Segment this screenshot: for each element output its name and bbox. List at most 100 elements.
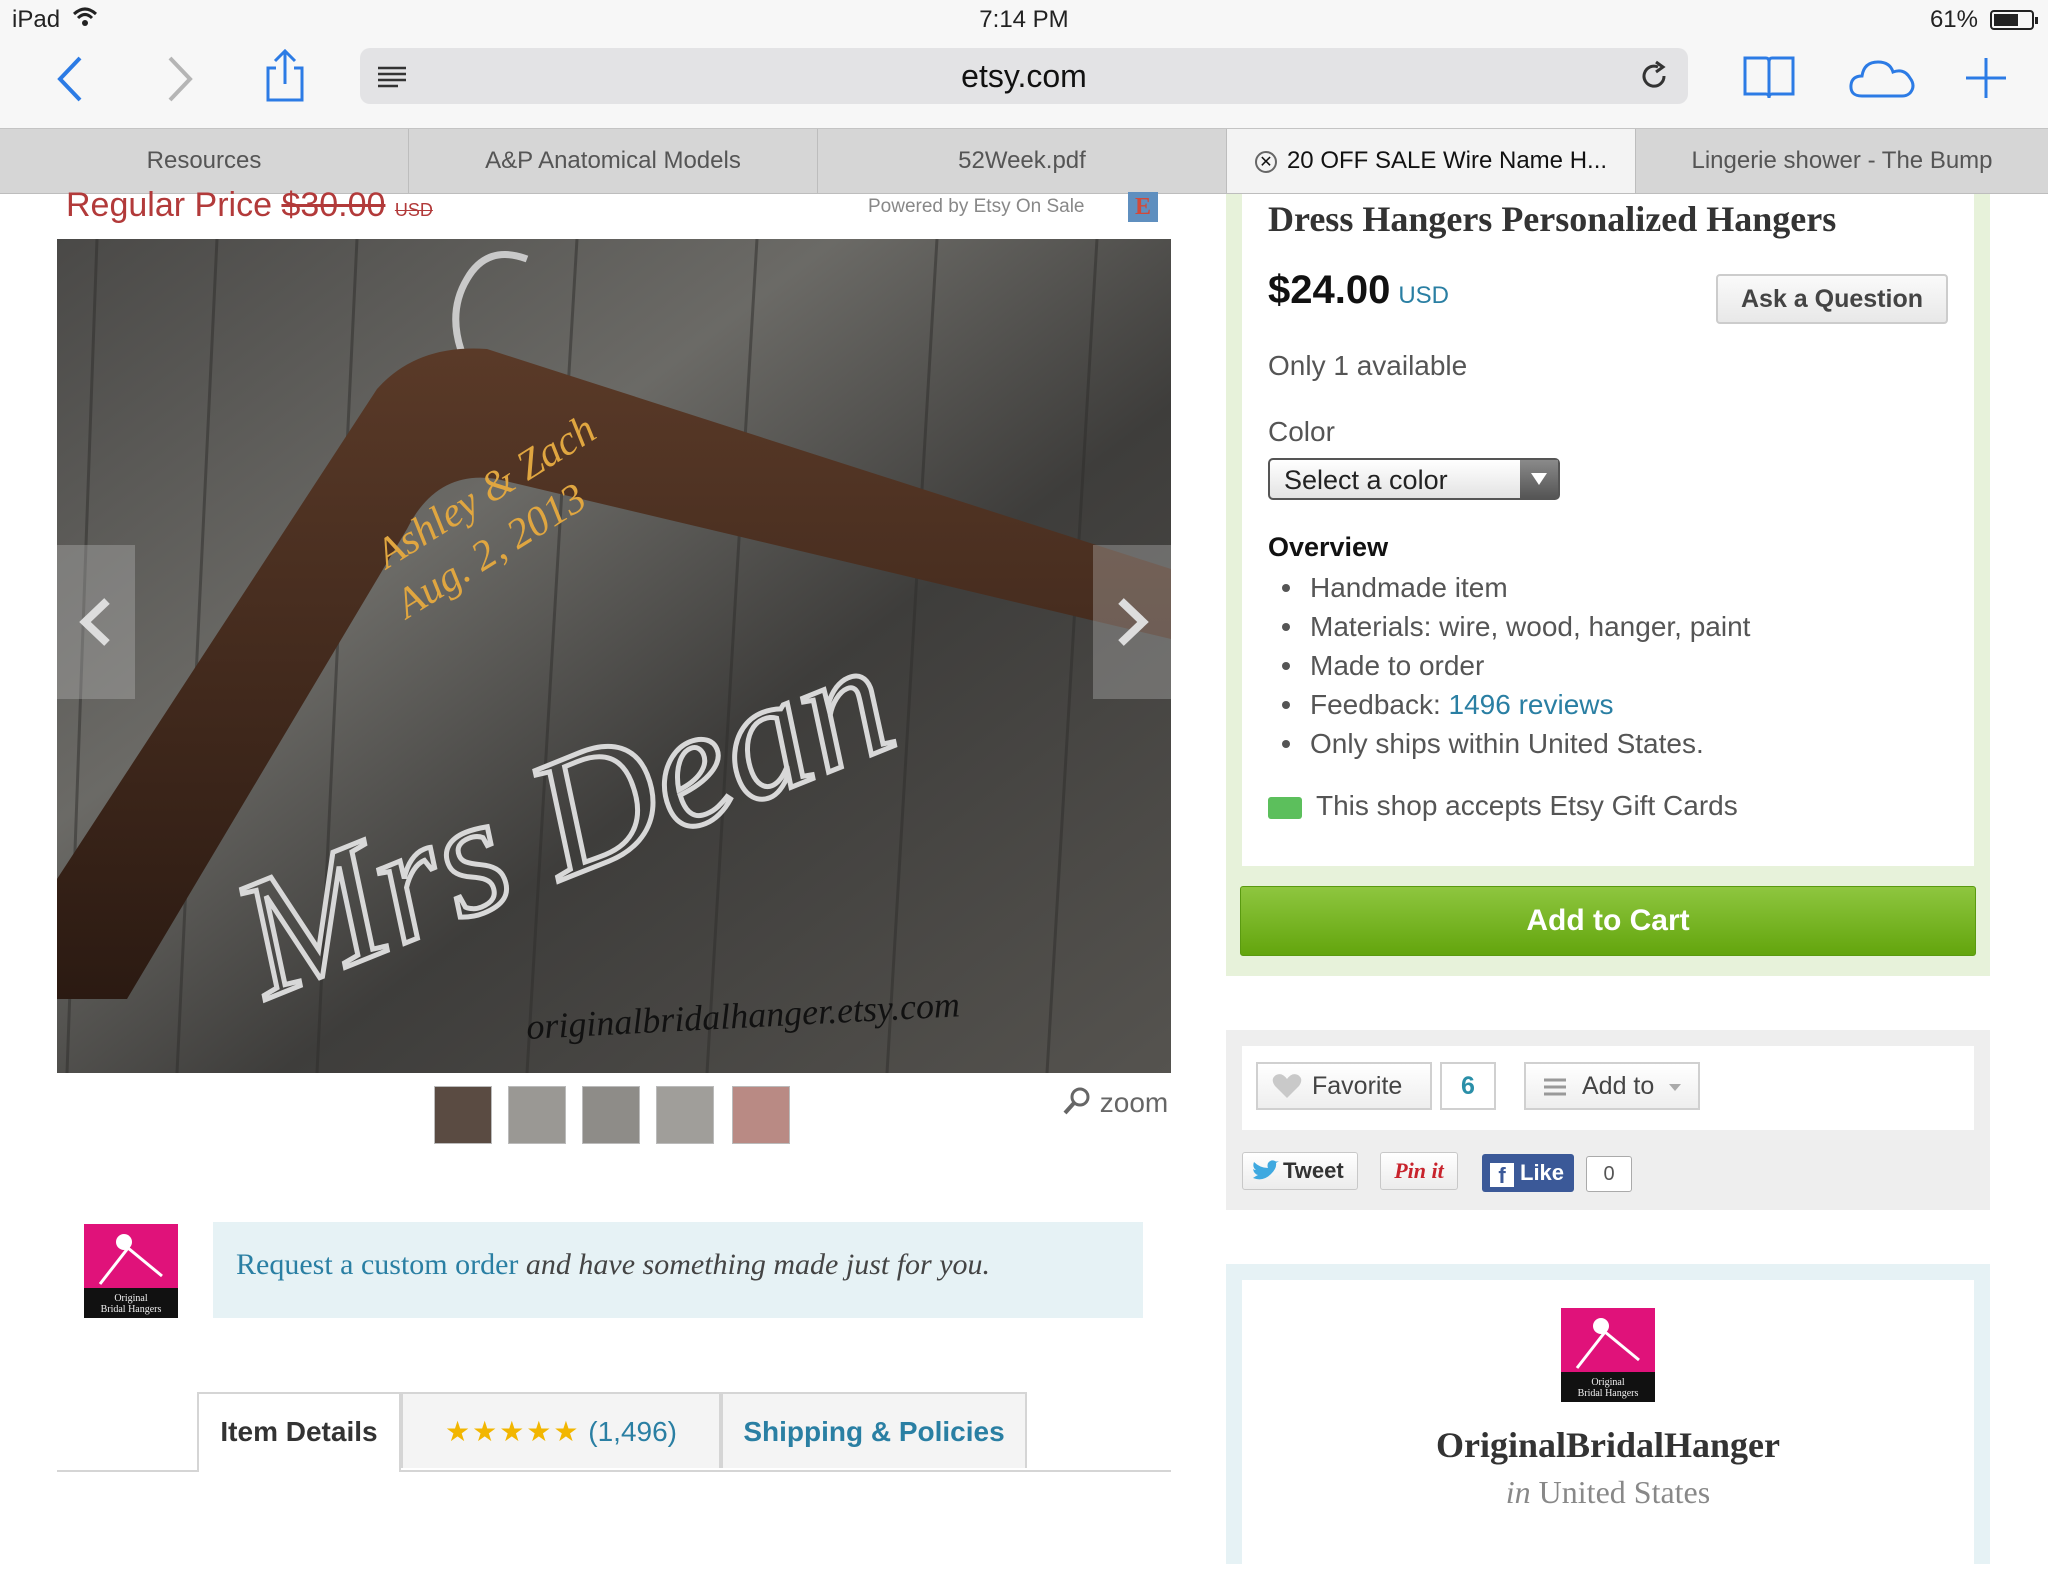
tweet-button[interactable]: Tweet — [1242, 1152, 1358, 1190]
share-icon[interactable] — [262, 48, 308, 104]
tab-bar: Resources A&P Anatomical Models 52Week.p… — [0, 128, 2048, 194]
thumbnail-1[interactable] — [434, 1086, 492, 1144]
thumbnail-2[interactable] — [508, 1086, 566, 1144]
tab-reviews[interactable]: ★★★★★ (1,496) — [401, 1392, 721, 1468]
new-tab-icon[interactable] — [1964, 56, 2008, 100]
favorite-button[interactable]: Favorite — [1256, 1062, 1432, 1110]
overview-list: Handmade item Materials: wire, wood, han… — [1268, 568, 1750, 763]
feedback-reviews-link[interactable]: 1496 reviews — [1449, 689, 1614, 720]
regular-price-label: Regular Price — [66, 186, 272, 224]
shop-location-prefix: in — [1505, 1474, 1531, 1510]
tab-item-details[interactable]: Item Details — [197, 1392, 401, 1472]
regular-price-currency: USD — [394, 200, 433, 220]
tab-anatomical-models[interactable]: A&P Anatomical Models — [409, 129, 818, 193]
list-icon — [1544, 1078, 1566, 1096]
overview-item: Handmade item — [1268, 568, 1750, 607]
zoom-button[interactable]: zoom — [1062, 1086, 1168, 1119]
bookmarks-icon[interactable] — [1742, 52, 1796, 102]
thumbnail-4[interactable] — [656, 1086, 714, 1144]
back-icon[interactable] — [52, 54, 88, 104]
logo-text-original: Original — [114, 1293, 148, 1304]
shop-avatar-small[interactable]: Original Bridal Hangers — [84, 1224, 178, 1318]
rating-stars: ★★★★★ — [444, 1416, 581, 1447]
tab-resources[interactable]: Resources — [0, 129, 409, 193]
close-tab-icon[interactable]: ✕ — [1254, 150, 1277, 173]
add-to-list-button[interactable]: Add to — [1524, 1062, 1700, 1110]
tab-label: Lingerie shower - The Bump — [1691, 147, 1993, 174]
twitter-bird-icon — [1253, 1160, 1279, 1180]
facebook-like-button[interactable]: f Like — [1482, 1154, 1574, 1192]
color-select-value: Select a color — [1284, 465, 1448, 495]
facebook-icon: f — [1490, 1163, 1514, 1188]
detail-tabs: Item Details ★★★★★ (1,496) Shipping & Po… — [57, 1392, 1171, 1472]
address-bar[interactable]: etsy.com — [360, 48, 1688, 104]
battery-percent: 61% — [1929, 6, 1978, 33]
shop-location: in United States — [1242, 1474, 1974, 1511]
chevron-right-icon — [1118, 598, 1149, 646]
shop-name[interactable]: OriginalBridalHanger — [1242, 1424, 1974, 1466]
tab-label: Resources — [146, 147, 262, 174]
tab-52week-pdf[interactable]: 52Week.pdf — [818, 129, 1227, 193]
regular-price-value: $30.00 — [281, 186, 386, 224]
gift-card-note: This shop accepts Etsy Gift Cards — [1268, 790, 1738, 822]
tab-label: 52Week.pdf — [958, 147, 1086, 174]
heart-icon — [1272, 1074, 1302, 1098]
feedback-label: Feedback: — [1310, 689, 1449, 720]
previous-image-button[interactable] — [57, 545, 135, 699]
shop-logo-image: Original Bridal Hangers — [84, 1224, 178, 1318]
url-text[interactable]: etsy.com — [360, 58, 1688, 95]
custom-order-link[interactable]: Request a custom order — [236, 1248, 518, 1281]
tab-shipping-policies[interactable]: Shipping & Policies — [721, 1392, 1027, 1468]
color-select[interactable]: Select a color — [1268, 458, 1560, 500]
product-image[interactable]: Ashley & Zach Aug. 2, 2013 Mrs Dean orig… — [57, 239, 1171, 1073]
regular-price: Regular Price $30.00 USD — [66, 186, 433, 225]
overview-item-feedback: Feedback: 1496 reviews — [1268, 685, 1750, 724]
tab-label: 20 OFF SALE Wire Name H... — [1286, 147, 1608, 174]
battery-icon — [1990, 10, 2038, 30]
gift-card-text: This shop accepts Etsy Gift Cards — [1316, 790, 1738, 821]
dropdown-arrow-icon — [1520, 460, 1558, 498]
tweet-label: Tweet — [1283, 1158, 1344, 1183]
thumbnail-3[interactable] — [582, 1086, 640, 1144]
overview-item: Made to order — [1268, 646, 1750, 685]
gift-card-icon — [1268, 796, 1302, 819]
shop-avatar[interactable]: Original Bridal Hangers — [1561, 1308, 1655, 1402]
pin-it-button[interactable]: Pin it — [1380, 1152, 1458, 1190]
price-currency: USD — [1398, 282, 1450, 309]
magnifier-icon — [1063, 1087, 1090, 1115]
cloud-tabs-icon[interactable] — [1848, 56, 1918, 100]
tab-lingerie-shower[interactable]: Lingerie shower - The Bump — [1636, 129, 2048, 193]
chevron-down-icon — [1669, 1083, 1682, 1091]
zoom-label: zoom — [1099, 1087, 1169, 1118]
price-value: $24.00 — [1268, 268, 1391, 312]
listing-title: Dress Hangers Personalized Hangers — [1268, 199, 1837, 239]
availability: Only 1 available — [1268, 350, 1468, 381]
logo-text-original: Original — [1591, 1377, 1625, 1388]
favorite-label: Favorite — [1312, 1072, 1403, 1100]
logo-text-bridal-hangers: Bridal Hangers — [1578, 1388, 1639, 1399]
custom-order-rest: and have something made just for you. — [518, 1248, 991, 1281]
add-to-label: Add to — [1582, 1072, 1655, 1100]
thumbnail-5[interactable] — [732, 1086, 790, 1144]
tab-etsy-active[interactable]: ✕ 20 OFF SALE Wire Name H... — [1227, 129, 1636, 193]
like-label: Like — [1520, 1160, 1565, 1185]
pin-it-label: Pin it — [1394, 1158, 1444, 1183]
clock: 7:14 PM — [979, 6, 1069, 33]
reload-icon[interactable] — [1638, 60, 1670, 92]
powered-by-text: Powered by Etsy On Sale — [868, 196, 1085, 217]
etsy-on-sale-logo: E — [1128, 192, 1158, 222]
shop-logo-image: Original Bridal Hangers — [1561, 1308, 1655, 1402]
custom-order-text: Request a custom order and have somethin… — [236, 1248, 990, 1282]
next-image-button[interactable] — [1093, 545, 1171, 699]
favorite-count: 6 — [1440, 1062, 1496, 1110]
add-to-cart-button[interactable]: Add to Cart — [1240, 886, 1976, 956]
listing-price: $24.00 USD — [1268, 268, 1449, 313]
logo-text-bridal-hangers: Bridal Hangers — [101, 1304, 162, 1315]
tab-label: A&P Anatomical Models — [485, 147, 741, 174]
status-bar: iPad 7:14 PM 61% — [0, 0, 2048, 40]
forward-icon[interactable] — [162, 54, 198, 104]
chevron-left-icon — [79, 598, 110, 646]
reviews-count: (1,496) — [588, 1416, 677, 1447]
ask-question-button[interactable]: Ask a Question — [1716, 274, 1948, 324]
like-count: 0 — [1586, 1156, 1632, 1192]
